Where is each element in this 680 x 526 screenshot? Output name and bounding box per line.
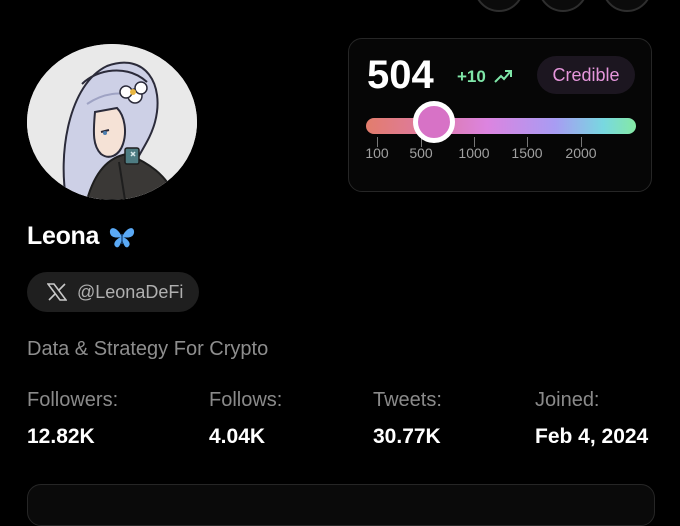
stat-label: Follows:: [209, 389, 283, 411]
scale-label: 2000: [565, 145, 597, 161]
stat-joined: Joined: Feb 4, 2024: [535, 389, 648, 449]
credibility-badge: Credible: [537, 56, 635, 94]
score-delta: +10: [457, 67, 486, 86]
stat-follows: Follows: 4.04K: [209, 389, 282, 449]
score-slider-thumb: [413, 101, 455, 143]
stat-followers: Followers: 12.82K: [27, 389, 118, 449]
stat-label: Followers:: [27, 389, 119, 411]
score-value: 504: [367, 53, 434, 97]
profile-bio: Data & Strategy For Crypto: [27, 338, 269, 360]
stat-value: 30.77K: [373, 425, 441, 448]
avatar-illustration: [27, 44, 197, 200]
x-handle-text: @LeonaDeFi: [77, 281, 184, 302]
top-action-button-2[interactable]: [538, 0, 588, 12]
trend-up-icon: [494, 70, 512, 83]
butterfly-icon: [110, 227, 135, 247]
avatar: [27, 44, 197, 200]
score-card: 504 +10 Credible 100 500 1000 1500 2000: [348, 38, 652, 192]
scale-label: 100: [365, 145, 389, 161]
stat-value: 12.82K: [27, 425, 95, 448]
score-scale-track: [366, 118, 636, 134]
stat-label: Joined:: [535, 389, 600, 411]
stat-label: Tweets:: [373, 389, 442, 411]
profile-name-row: Leona: [27, 222, 137, 251]
scale-label: 1500: [511, 145, 543, 161]
scale-label: 500: [409, 145, 433, 161]
stat-value: Feb 4, 2024: [535, 425, 649, 448]
stat-value: 4.04K: [209, 425, 266, 448]
bottom-panel: [27, 484, 655, 526]
profile-name: Leona: [27, 222, 100, 250]
top-action-button-3[interactable]: [602, 0, 652, 12]
scale-label: 1000: [458, 145, 490, 161]
top-action-button-1[interactable]: [474, 0, 524, 12]
x-handle-chip[interactable]: @LeonaDeFi: [27, 272, 199, 312]
x-logo-icon: [47, 283, 67, 301]
stat-tweets: Tweets: 30.77K: [373, 389, 442, 449]
